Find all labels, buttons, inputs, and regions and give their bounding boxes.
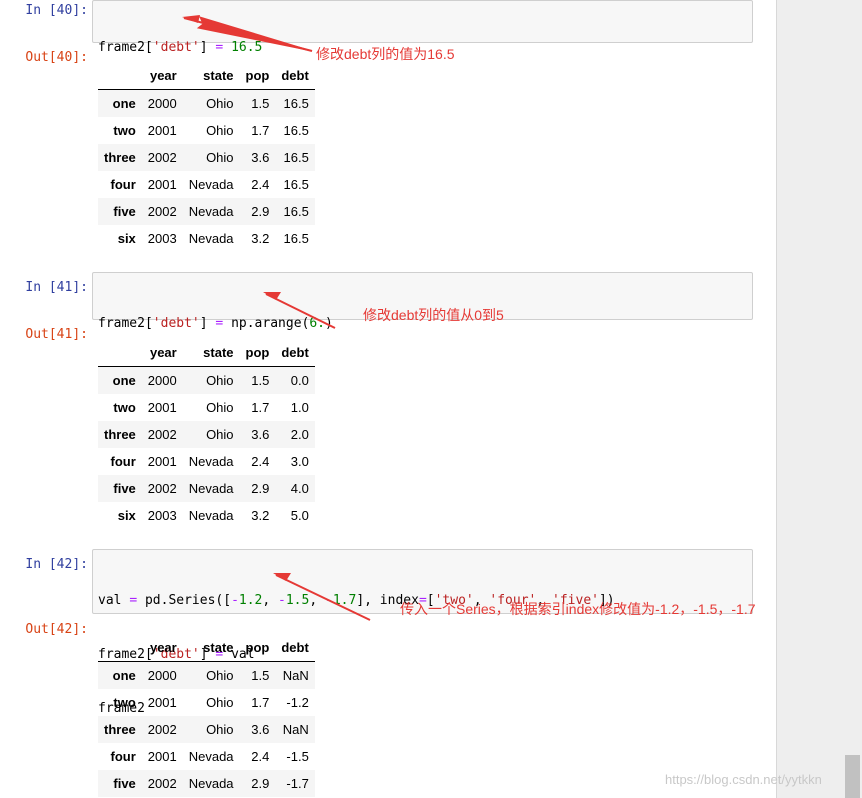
watermark: https://blog.csdn.net/yytkkn — [665, 772, 822, 787]
annotation-arrow-42-shaft — [275, 574, 371, 621]
right-side-panel — [776, 0, 862, 798]
annotation-arrowhead-41 — [263, 292, 281, 300]
annotation-text-40: 修改debt列的值为16.5 — [316, 46, 455, 62]
scrollbar-thumb[interactable] — [845, 755, 860, 798]
annotation-arrows — [182, 15, 371, 621]
annotation-text-41: 修改debt列的值从0到5 — [363, 307, 504, 323]
annotation-arrow-40-shaft — [183, 17, 313, 52]
annotation-text-42: 传入一个Series，根据索引index修改值为-1.2，-1.5，-1.7 — [400, 601, 756, 617]
